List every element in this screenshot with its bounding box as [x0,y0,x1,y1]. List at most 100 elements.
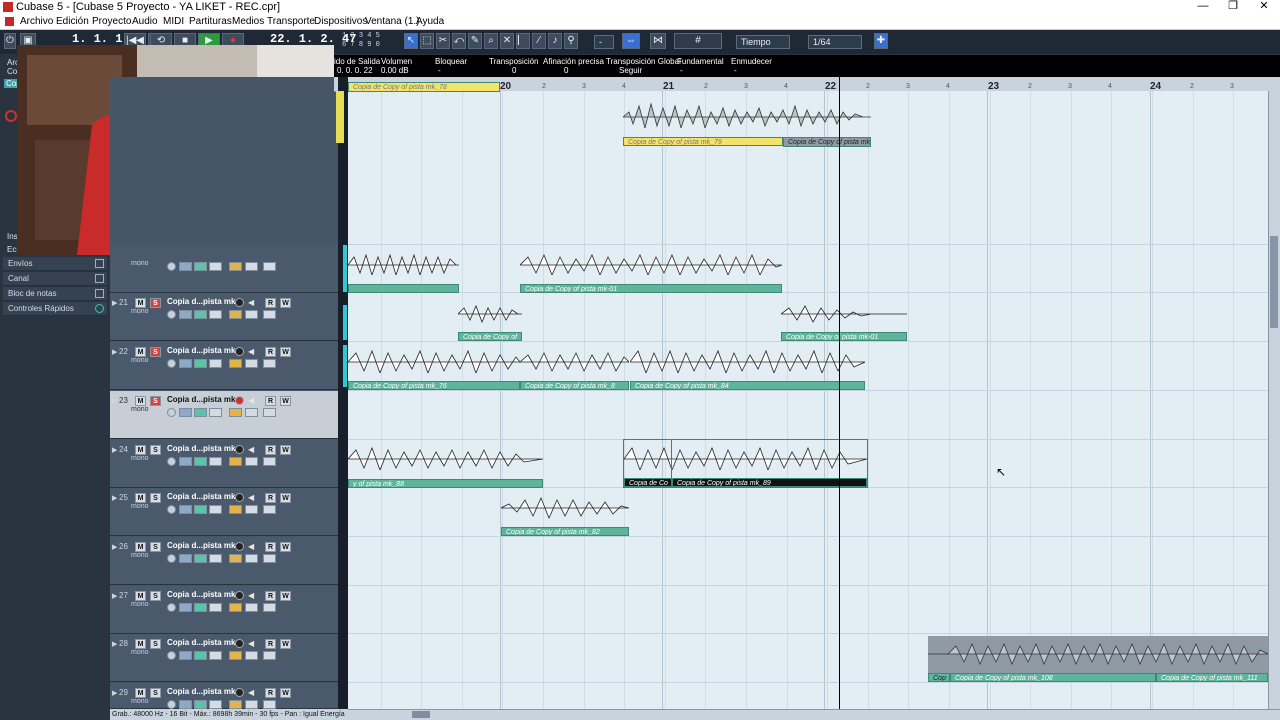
track-row[interactable]: ▶ 26 M S Copia d...pista mk ◀ R Wmono [110,537,338,585]
monitor-icon[interactable]: ◀ [248,396,254,405]
lanes-icon[interactable] [245,554,258,563]
lanes-icon[interactable] [245,603,258,612]
solo-button[interactable]: S [150,493,161,503]
lock-icon[interactable] [229,603,242,612]
folder-expand-icon[interactable]: ▶ [112,348,117,356]
sends-bypass-icon[interactable] [209,603,222,612]
lanes-icon[interactable] [245,310,258,319]
glue-tool-icon[interactable]: ⤺ [452,33,466,49]
eq-bypass-icon[interactable] [194,651,207,660]
locator-key-2[interactable]: 2 [350,32,354,40]
menu-partituras[interactable]: Partituras [189,16,232,27]
range-tool-icon[interactable]: ⬚ [420,33,434,49]
snap-type-dropdown[interactable]: Tiempo [736,35,790,49]
menu-medios[interactable]: Medios [232,16,264,27]
lock-icon[interactable] [229,505,242,514]
track-name[interactable]: Copia d...pista mk [167,395,235,404]
track-list-icon[interactable] [263,457,276,466]
horizontal-scrollbar[interactable] [348,709,1280,720]
inspector-section-notepad[interactable]: Bloc de notas [3,287,107,301]
track-row[interactable]: ▶ 29 M S Copia d...pista mk ◀ R Wmono [110,683,338,709]
sends-bypass-icon[interactable] [209,408,222,417]
insert-bypass-icon[interactable] [179,408,192,417]
read-automation-button[interactable]: R [265,396,276,406]
edit-channel-icon[interactable] [167,603,176,612]
record-enable-icon[interactable] [235,298,244,307]
write-automation-button[interactable]: W [280,493,291,503]
menu-edicion[interactable]: Edición [56,16,89,27]
insert-bypass-icon[interactable] [179,505,192,514]
menu-ayuda[interactable]: Ayuda [416,16,444,27]
info-value-fine-tune[interactable]: 0 [564,66,568,75]
edit-channel-icon[interactable] [167,554,176,563]
read-automation-button[interactable]: R [265,542,276,552]
folder-expand-icon[interactable]: ▶ [112,543,117,551]
mute-button[interactable]: M [135,591,146,601]
folder-expand-icon[interactable]: ▶ [112,592,117,600]
monitor-icon[interactable]: ◀ [248,591,254,600]
menu-dispositivos[interactable]: Dispositivos [314,16,367,27]
locator-key-5[interactable]: 5 [376,32,380,40]
audio-event[interactable]: Copia de Copy of pista mk-01 [781,298,907,341]
info-value-volume[interactable]: 0.00 dB [381,66,409,75]
monitor-icon[interactable]: ◀ [248,639,254,648]
mute-button[interactable]: M [135,347,146,357]
track-row[interactable]: mono [110,245,338,293]
folder-expand-icon[interactable]: ▶ [112,689,117,697]
record-enable-icon[interactable] [235,347,244,356]
track-row[interactable]: ▶ 25 M S Copia d...pista mk ◀ R Wmono [110,488,338,536]
lanes-icon[interactable] [245,505,258,514]
read-automation-button[interactable]: R [265,347,276,357]
locator-key-3[interactable]: 3 [359,32,363,40]
menu-archivo[interactable]: Archivo [20,16,53,27]
read-automation-button[interactable]: R [265,298,276,308]
locator-key-0[interactable]: 0 [376,41,380,49]
lock-icon[interactable] [229,310,242,319]
eq-bypass-icon[interactable] [194,262,207,271]
mute-tool-icon[interactable]: ⎸ [516,33,530,49]
lock-icon[interactable] [229,651,242,660]
insert-bypass-icon[interactable] [179,310,192,319]
edit-channel-icon[interactable] [167,700,176,709]
eq-bypass-icon[interactable] [194,310,207,319]
locator-key-8[interactable]: 8 [359,41,363,49]
snap-zero-icon[interactable]: ⋈ [650,33,666,49]
audio-event[interactable]: Copia de Copy of pista mk-01 [520,245,782,293]
eq-bypass-icon[interactable] [194,408,207,417]
lock-icon[interactable] [229,700,242,709]
read-automation-button[interactable]: R [265,445,276,455]
folder-expand-icon[interactable]: ▶ [112,299,117,307]
lock-icon[interactable] [229,359,242,368]
lanes-icon[interactable] [245,262,258,271]
eq-bypass-icon[interactable] [194,457,207,466]
inspector-section-envios[interactable]: Envíos [3,257,107,271]
mute-button[interactable]: M [135,298,146,308]
info-value-mute[interactable]: - [734,66,737,75]
close-button[interactable]: ✕ [1249,0,1279,14]
edit-channel-icon[interactable] [167,505,176,514]
track-name[interactable]: Copia d...pista mk [167,687,235,696]
monitor-icon[interactable]: ◀ [248,298,254,307]
write-automation-button[interactable]: W [280,688,291,698]
locator-key-7[interactable]: 7 [350,41,354,49]
write-automation-button[interactable]: W [280,347,291,357]
edit-channel-icon[interactable] [167,457,176,466]
track-list-icon[interactable] [263,651,276,660]
audio-event[interactable]: y of pista mk_88 [348,440,543,488]
sends-bypass-icon[interactable] [209,457,222,466]
autoscroll-icon[interactable]: ⇔ [622,33,640,49]
track-name[interactable]: Copia d...pista mk [167,444,235,453]
menu-audio[interactable]: Audio [132,16,158,27]
eq-bypass-icon[interactable] [194,554,207,563]
track-row[interactable]: ▶ 27 M S Copia d...pista mk ◀ R Wmono [110,586,338,634]
audio-event[interactable]: Copia de Copy of pista mk_8 [520,343,629,390]
audio-event[interactable]: Copia de Copy of pista mk_76 [348,343,520,390]
track-row[interactable]: ▶ 23 M S Copia d...pista mk ◀ R Wmono [110,391,338,439]
track-list-icon[interactable] [263,359,276,368]
monitor-icon[interactable]: ◀ [248,688,254,697]
draw-tool-icon[interactable]: ✎ [468,33,482,49]
sends-bypass-icon[interactable] [209,554,222,563]
read-automation-button[interactable]: R [265,591,276,601]
monitor-icon[interactable]: ◀ [248,347,254,356]
track-name[interactable]: Copia d...pista mk [167,541,235,550]
